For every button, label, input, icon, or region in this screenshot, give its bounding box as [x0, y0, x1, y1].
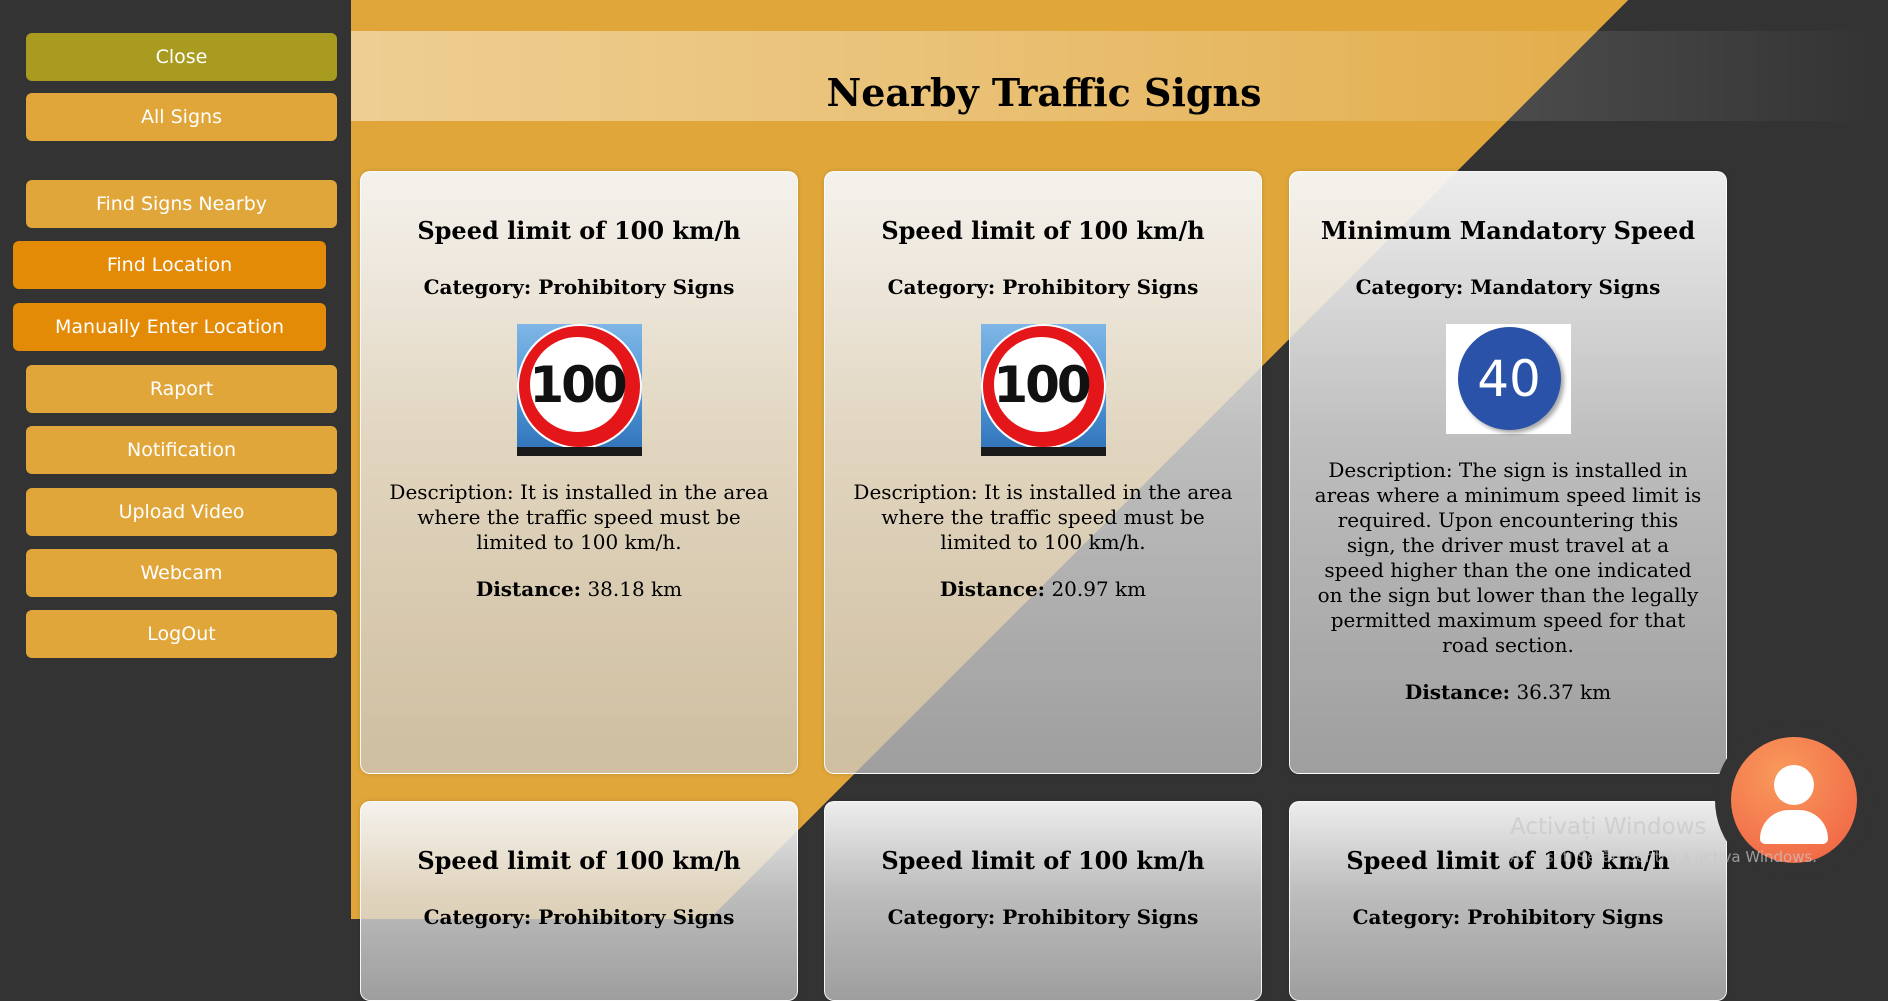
manually-enter-location-button[interactable]: Manually Enter Location [13, 303, 326, 351]
sign-title: Speed limit of 100 km/h [417, 216, 741, 245]
sign-title: Speed limit of 100 km/h [881, 846, 1205, 875]
notification-button[interactable]: Notification [26, 426, 337, 474]
webcam-button[interactable]: Webcam [26, 549, 337, 597]
distance-value: 20.97 km [1051, 577, 1147, 601]
sign-category: Category: Prohibitory Signs [887, 275, 1199, 299]
distance-label: Distance: [939, 577, 1046, 601]
distance-value: 38.18 km [587, 577, 683, 601]
sidebar: Close All Signs Find Signs Nearby Find L… [0, 0, 351, 919]
page-title: Nearby Traffic Signs [826, 70, 1262, 115]
user-avatar-icon[interactable] [1731, 737, 1857, 863]
speed-limit-sign-image: 100 [516, 324, 642, 456]
all-signs-button[interactable]: All Signs [26, 93, 337, 141]
speed-limit-sign-image: 100 [980, 324, 1106, 456]
windows-activation-subtitle: Accesați Setări pentru a activa Windows. [1510, 848, 1818, 866]
logout-button[interactable]: LogOut [26, 610, 337, 658]
upload-video-button[interactable]: Upload Video [26, 488, 337, 536]
sign-card[interactable]: Speed limit of 100 km/h Category: Prohib… [360, 171, 798, 774]
sign-description: Description: The sign is installed in ar… [1314, 458, 1702, 657]
distance-label: Distance: [475, 577, 582, 601]
sign-card[interactable]: Minimum Mandatory Speed Category: Mandat… [1289, 171, 1727, 774]
sign-distance: Distance: 38.18 km [361, 577, 797, 601]
sign-description: Description: It is installed in the area… [389, 480, 769, 554]
distance-value: 36.37 km [1516, 680, 1612, 704]
avatar-body [1760, 810, 1828, 844]
sign-description: Description: It is installed in the area… [853, 480, 1233, 554]
sign-card[interactable]: Speed limit of 100 km/h Category: Prohib… [360, 801, 798, 1001]
distance-label: Distance: [1404, 680, 1511, 704]
sign-category: Category: Prohibitory Signs [423, 905, 735, 929]
sign-title: Minimum Mandatory Speed [1320, 216, 1696, 245]
sign-title: Speed limit of 100 km/h [881, 216, 1205, 245]
find-location-button[interactable]: Find Location [13, 241, 326, 289]
sign-number: 100 [993, 337, 1092, 432]
find-signs-nearby-button[interactable]: Find Signs Nearby [26, 180, 337, 228]
close-button[interactable]: Close [26, 33, 337, 81]
sign-title: Speed limit of 100 km/h [417, 846, 741, 875]
avatar-head [1774, 765, 1814, 805]
sign-distance: Distance: 36.37 km [1290, 680, 1726, 704]
sign-category: Category: Mandatory Signs [1355, 275, 1661, 299]
sign-card[interactable]: Speed limit of 100 km/h Category: Prohib… [824, 801, 1262, 1001]
sign-number: 100 [529, 337, 628, 432]
sign-distance: Distance: 20.97 km [825, 577, 1261, 601]
windows-activation-title: Activați Windows [1510, 814, 1707, 840]
sign-category: Category: Prohibitory Signs [887, 905, 1199, 929]
sign-card[interactable]: Speed limit of 100 km/h Category: Prohib… [824, 171, 1262, 774]
raport-button[interactable]: Raport [26, 365, 337, 413]
sign-category: Category: Prohibitory Signs [1352, 905, 1664, 929]
minimum-speed-sign-image: 40 [1445, 324, 1571, 434]
sign-category: Category: Prohibitory Signs [423, 275, 735, 299]
sign-number: 40 [1457, 327, 1561, 430]
